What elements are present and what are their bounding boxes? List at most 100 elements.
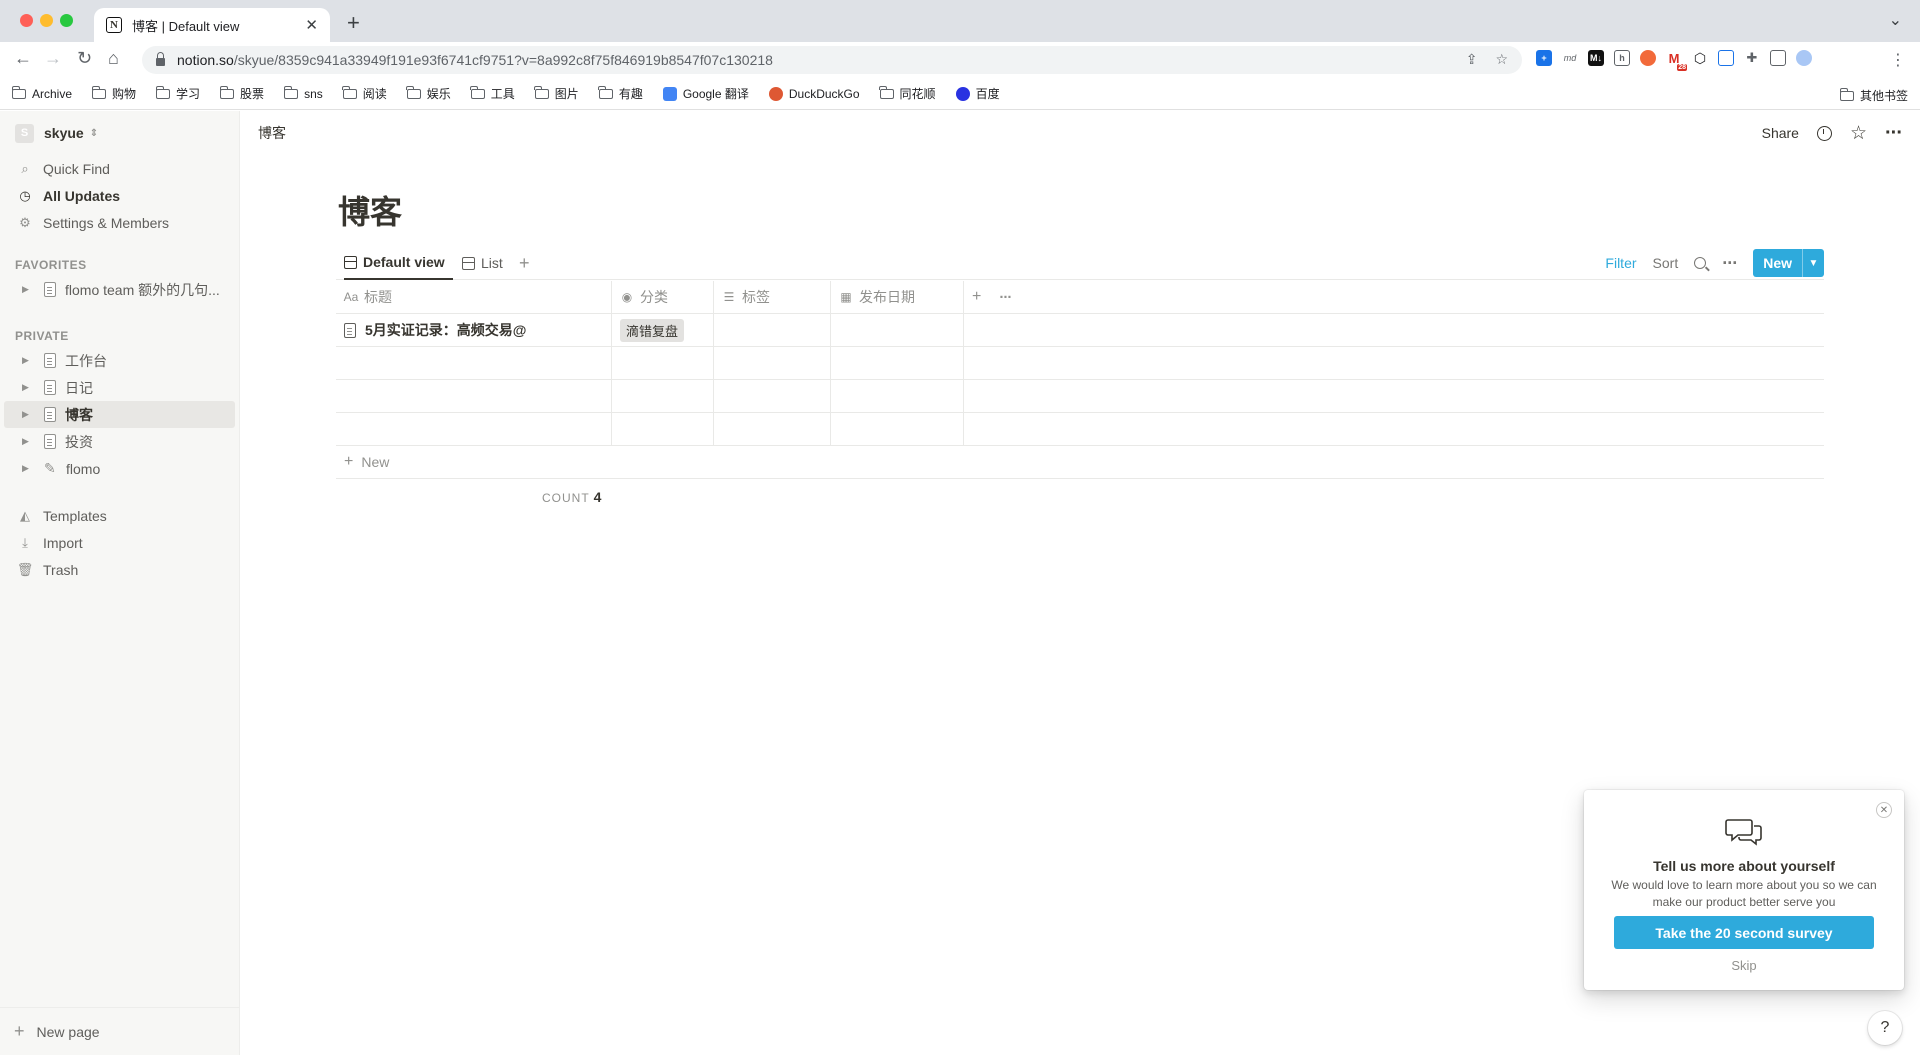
expand-toggle-icon[interactable]: ▶ xyxy=(22,436,36,447)
minimize-window-button[interactable] xyxy=(40,14,53,27)
sidebar-item-invest[interactable]: ▶ 投资 xyxy=(4,428,235,455)
sidebar-item-flomo[interactable]: ▶ ✎ flomo xyxy=(4,455,235,482)
bookmark-folder[interactable]: 有趣 xyxy=(598,85,643,102)
breadcrumb[interactable]: 博客 xyxy=(258,123,1762,143)
column-header-title[interactable]: Aa 标题 xyxy=(336,281,612,313)
expand-toggle-icon[interactable]: ▶ xyxy=(22,382,36,393)
close-icon[interactable]: ✕ xyxy=(1876,802,1892,818)
expand-toggle-icon[interactable]: ▶ xyxy=(22,463,36,474)
extension-hexagon-icon[interactable]: ⬡ xyxy=(1692,50,1708,66)
bookmark-folder[interactable]: sns xyxy=(283,85,323,101)
tags-cell[interactable] xyxy=(714,314,831,346)
sidebar-item-flomo-team[interactable]: ▶ flomo team 额外的几句... xyxy=(4,276,235,303)
workspace-switcher[interactable]: S skyue ⇕ xyxy=(0,111,239,155)
column-header-category[interactable]: ◉ 分类 xyxy=(612,281,714,313)
all-updates-link[interactable]: ◷ All Updates xyxy=(0,182,239,209)
expand-toggle-icon[interactable]: ▶ xyxy=(22,284,36,295)
extension-orange-icon[interactable] xyxy=(1640,50,1656,66)
column-more-icon[interactable]: ··· xyxy=(999,289,1012,306)
bookmark-folder[interactable]: Archive xyxy=(11,85,72,101)
browser-menu-icon[interactable]: ⋮ xyxy=(1890,50,1906,70)
add-row-button[interactable]: + New xyxy=(336,446,1824,479)
extension-m-icon[interactable]: M↓ xyxy=(1588,50,1604,66)
view-more-icon[interactable]: ··· xyxy=(1722,253,1738,274)
category-cell[interactable] xyxy=(612,347,714,379)
back-arrow-icon[interactable]: ← xyxy=(14,48,32,69)
home-icon[interactable]: ⌂ xyxy=(108,48,119,69)
search-icon[interactable] xyxy=(1694,257,1707,269)
title-cell[interactable] xyxy=(336,380,612,412)
templates-link[interactable]: ◭ Templates xyxy=(0,502,239,529)
help-button[interactable]: ? xyxy=(1868,1011,1902,1045)
trash-link[interactable]: 🗑 Trash xyxy=(0,556,239,583)
table-row[interactable] xyxy=(336,347,1824,380)
expand-toggle-icon[interactable]: ▶ xyxy=(22,355,36,366)
bookmark-folder[interactable]: 娱乐 xyxy=(406,85,451,102)
tab-search-chevron-icon[interactable]: ⌄ xyxy=(1889,10,1902,30)
tab-default-view[interactable]: Default view xyxy=(344,246,453,280)
bookmark-folder[interactable]: 工具 xyxy=(470,85,515,102)
row-count[interactable]: COUNT 4 xyxy=(542,489,601,505)
browser-tab-active[interactable]: N 博客 | Default view ✕ xyxy=(94,8,330,42)
bookmark-folder[interactable]: 股票 xyxy=(219,85,264,102)
close-window-button[interactable] xyxy=(20,14,33,27)
chevron-down-icon[interactable]: ▼ xyxy=(1802,249,1824,277)
favorite-star-icon[interactable]: ☆ xyxy=(1850,122,1867,145)
new-tab-button[interactable]: + xyxy=(347,10,360,36)
share-button[interactable]: Share xyxy=(1762,125,1799,141)
new-record-button[interactable]: New ▼ xyxy=(1753,249,1824,277)
expand-toggle-icon[interactable]: ▶ xyxy=(22,409,36,420)
import-link[interactable]: ⤓ Import xyxy=(0,529,239,556)
table-row[interactable] xyxy=(336,380,1824,413)
bookmark-folder[interactable]: 图片 xyxy=(534,85,579,102)
other-bookmarks[interactable]: 其他书签 xyxy=(1839,87,1908,104)
date-cell[interactable] xyxy=(831,380,964,412)
bookmark-folder[interactable]: 同花顺 xyxy=(879,85,936,102)
side-panel-icon[interactable] xyxy=(1770,50,1786,66)
tags-cell[interactable] xyxy=(714,347,831,379)
sidebar-item-diary[interactable]: ▶ 日记 xyxy=(4,374,235,401)
tab-close-icon[interactable]: ✕ xyxy=(305,16,318,34)
gmail-icon[interactable]: M 28 xyxy=(1666,50,1687,71)
add-view-icon[interactable]: + xyxy=(519,253,530,274)
address-bar[interactable]: notion.so/skyue/8359c941a33949f191e93f67… xyxy=(142,46,1522,74)
settings-link[interactable]: ⚙ Settings & Members xyxy=(0,209,239,236)
date-cell[interactable] xyxy=(831,314,964,346)
page-title[interactable]: 博客 xyxy=(338,187,402,233)
tags-cell[interactable] xyxy=(714,380,831,412)
bookmark-folder[interactable]: 购物 xyxy=(91,85,136,102)
bookmark-star-icon[interactable]: ☆ xyxy=(1495,51,1508,68)
category-cell[interactable] xyxy=(612,380,714,412)
add-column-icon[interactable]: + xyxy=(972,288,981,306)
column-header-date[interactable]: ▦ 发布日期 xyxy=(831,281,964,313)
tags-cell[interactable] xyxy=(714,413,831,445)
new-page-button[interactable]: + New page xyxy=(0,1007,240,1055)
table-row[interactable] xyxy=(336,413,1824,446)
forward-arrow-icon[interactable]: → xyxy=(44,48,62,69)
bookmark-folder[interactable]: 学习 xyxy=(155,85,200,102)
profile-avatar[interactable] xyxy=(1796,50,1812,66)
bookmark-folder[interactable]: 阅读 xyxy=(342,85,387,102)
bookmark-google-translate[interactable]: Google 翻译 xyxy=(662,85,749,102)
category-cell[interactable]: 滴错复盘 xyxy=(612,314,714,346)
table-row[interactable]: 5月实证记录：高频交易@ 滴错复盘 xyxy=(336,314,1824,347)
bookmark-duckduckgo[interactable]: DuckDuckGo xyxy=(768,86,860,101)
extension-md-icon[interactable]: md xyxy=(1562,50,1578,66)
date-cell[interactable] xyxy=(831,413,964,445)
date-cell[interactable] xyxy=(831,347,964,379)
filter-button[interactable]: Filter xyxy=(1605,255,1636,271)
title-cell[interactable] xyxy=(336,347,612,379)
fullscreen-window-button[interactable] xyxy=(60,14,73,27)
reload-icon[interactable]: ↻ xyxy=(77,48,92,69)
take-survey-button[interactable]: Take the 20 second survey xyxy=(1614,916,1874,949)
extension-h-icon[interactable]: h xyxy=(1614,50,1630,66)
bookmark-baidu[interactable]: 百度 xyxy=(955,85,1000,102)
sidebar-item-blog[interactable]: ▶ 博客 xyxy=(4,401,235,428)
more-options-icon[interactable]: ··· xyxy=(1885,122,1903,145)
title-cell[interactable] xyxy=(336,413,612,445)
tab-list[interactable]: List xyxy=(462,246,503,280)
extension-calendar-icon[interactable] xyxy=(1718,50,1734,66)
history-clock-icon[interactable] xyxy=(1816,125,1832,141)
title-cell[interactable]: 5月实证记录：高频交易@ xyxy=(336,314,612,346)
extensions-puzzle-icon[interactable]: ✚ xyxy=(1744,50,1760,66)
